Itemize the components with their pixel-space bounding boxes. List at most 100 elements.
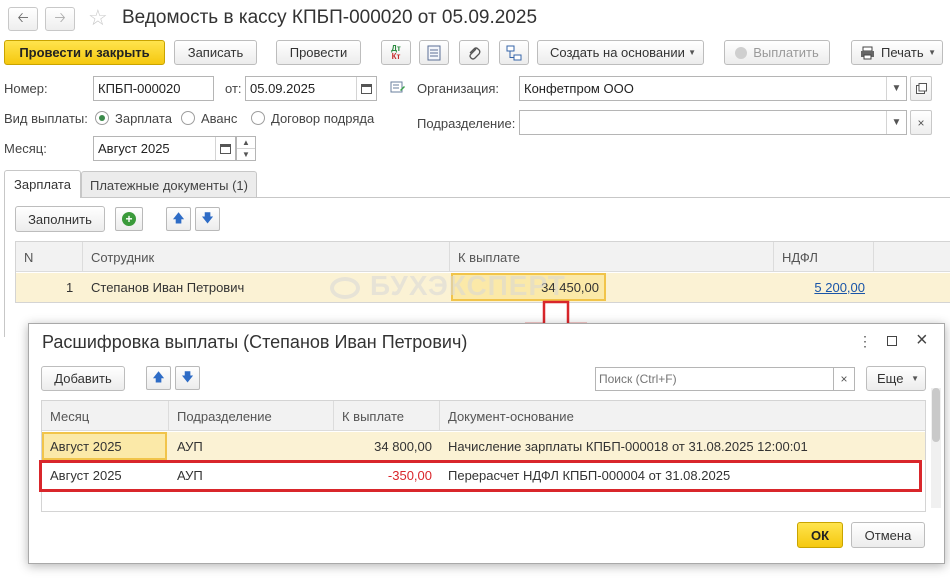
create-based-on-button[interactable]: Создать на основании ▼ bbox=[537, 40, 704, 65]
cancel-button[interactable]: Отмена bbox=[851, 522, 925, 548]
month-stepper[interactable]: ▲ ▼ bbox=[236, 136, 256, 161]
arrow-right-icon: 🡢 bbox=[54, 9, 66, 25]
dialog-move-down-button[interactable]: 🡇 bbox=[175, 366, 200, 390]
printer-icon bbox=[861, 46, 874, 59]
search-input[interactable] bbox=[595, 367, 834, 391]
radio-salary[interactable] bbox=[95, 111, 109, 125]
arrow-down-icon: 🡇 bbox=[181, 369, 194, 384]
ok-button[interactable]: ОК bbox=[797, 522, 843, 548]
radio-contract-label: Договор подряда bbox=[271, 111, 375, 126]
org-edit-icon[interactable] bbox=[390, 80, 406, 97]
row-department: АУП bbox=[177, 438, 203, 454]
post-and-close-button[interactable]: Провести и закрыть bbox=[4, 40, 165, 65]
print-label: Печать bbox=[881, 45, 924, 60]
column-header-month[interactable]: Месяц bbox=[50, 401, 89, 431]
column-header-n[interactable]: N bbox=[24, 242, 33, 272]
calendar-icon[interactable] bbox=[356, 77, 376, 100]
pay-button[interactable]: Выплатить bbox=[724, 40, 830, 65]
chevron-down-icon[interactable]: ▼ bbox=[237, 149, 255, 160]
radio-contract[interactable] bbox=[251, 111, 265, 125]
row-document: Начисление зарплаты КПБП-000018 от 31.08… bbox=[448, 438, 808, 454]
tab-payment-docs[interactable]: Платежные документы (1) bbox=[81, 171, 257, 198]
column-separator bbox=[449, 242, 450, 272]
arrow-left-icon: 🡠 bbox=[17, 9, 29, 25]
department-field[interactable]: ▼ bbox=[519, 110, 907, 135]
row-number: 1 bbox=[66, 280, 74, 295]
row-month: Август 2025 bbox=[50, 438, 122, 454]
plus-circle-icon: + bbox=[122, 212, 136, 226]
clear-search-icon[interactable]: × bbox=[834, 367, 855, 391]
scrollbar-track[interactable] bbox=[931, 388, 941, 508]
back-button[interactable]: 🡠 bbox=[8, 7, 38, 31]
calendar-icon[interactable] bbox=[215, 137, 235, 160]
highlight-annotation-box bbox=[39, 460, 922, 492]
add-row-button[interactable]: + bbox=[115, 207, 143, 231]
dialog-move-up-button[interactable]: 🡅 bbox=[146, 366, 171, 390]
close-icon[interactable]: × bbox=[916, 329, 928, 352]
column-separator bbox=[168, 401, 169, 431]
month-field[interactable]: Август 2025 bbox=[93, 136, 236, 161]
column-header-to-pay[interactable]: К выплате bbox=[458, 242, 520, 272]
attach-button[interactable] bbox=[459, 40, 489, 65]
month-label: Месяц: bbox=[4, 141, 47, 156]
scrollbar-thumb[interactable] bbox=[932, 388, 940, 442]
date-field[interactable]: 05.09.2025 bbox=[245, 76, 377, 101]
arrow-up-icon: 🡅 bbox=[172, 210, 185, 225]
open-organization-button[interactable] bbox=[910, 76, 932, 101]
date-value: 05.09.2025 bbox=[250, 81, 316, 96]
dropdown-arrow-icon[interactable]: ▼ bbox=[886, 111, 906, 134]
row-ndfl-link[interactable]: 5 200,00 bbox=[776, 273, 865, 302]
open-icon bbox=[915, 83, 927, 94]
move-down-button[interactable]: 🡇 bbox=[195, 207, 220, 231]
add-button[interactable]: Добавить bbox=[41, 366, 125, 391]
hierarchy-icon bbox=[506, 45, 522, 60]
tab-salary[interactable]: Зарплата bbox=[4, 170, 81, 198]
department-label: Подразделение: bbox=[417, 116, 516, 131]
create-based-on-label: Создать на основании bbox=[550, 45, 685, 60]
document-list-icon bbox=[427, 45, 441, 60]
more-options-icon[interactable]: ⋮ bbox=[858, 333, 872, 350]
column-header-amount[interactable]: К выплате bbox=[342, 401, 404, 431]
number-label: Номер: bbox=[4, 81, 48, 96]
fill-button[interactable]: Заполнить bbox=[15, 206, 105, 232]
pay-label: Выплатить bbox=[753, 45, 819, 60]
post-button[interactable]: Провести bbox=[276, 40, 361, 65]
list-button[interactable] bbox=[419, 40, 449, 65]
tab-panel-border bbox=[4, 197, 5, 337]
dt-kt-icon: Дт Кт bbox=[391, 43, 401, 61]
column-header-department[interactable]: Подразделение bbox=[177, 401, 272, 431]
favorite-star-icon[interactable]: ☆ bbox=[88, 5, 108, 31]
dropdown-arrow-icon: ▼ bbox=[911, 374, 919, 383]
more-label: Еще bbox=[877, 371, 904, 386]
watermark-icon bbox=[330, 276, 360, 299]
coin-icon bbox=[735, 46, 748, 59]
date-label: от: bbox=[225, 81, 242, 96]
tab-divider bbox=[4, 197, 950, 198]
dropdown-arrow-icon[interactable]: ▼ bbox=[886, 77, 906, 100]
dropdown-arrow-icon: ▼ bbox=[928, 48, 936, 57]
more-button[interactable]: Еще ▼ bbox=[866, 366, 926, 391]
move-up-button[interactable]: 🡅 bbox=[166, 207, 191, 231]
organization-field[interactable]: Конфетпром ООО ▼ bbox=[519, 76, 907, 101]
watermark-logo: БУХЭКСПЕРТ bbox=[330, 270, 566, 302]
column-header-ndfl[interactable]: НДФЛ bbox=[782, 242, 818, 272]
save-button[interactable]: Записать bbox=[174, 40, 257, 65]
column-header-document[interactable]: Документ-основание bbox=[448, 401, 574, 431]
clear-department-button[interactable]: × bbox=[910, 110, 932, 135]
arrow-up-icon: 🡅 bbox=[152, 369, 165, 384]
dt-kt-button[interactable]: Дт Кт bbox=[381, 40, 411, 65]
number-field[interactable]: КПБП-000020 bbox=[93, 76, 214, 101]
window-title: Ведомость в кассу КПБП-000020 от 05.09.2… bbox=[122, 7, 538, 28]
structure-button[interactable] bbox=[499, 40, 529, 65]
radio-salary-label: Зарплата bbox=[115, 111, 172, 126]
maximize-icon[interactable] bbox=[887, 336, 897, 346]
row-employee: Степанов Иван Петрович bbox=[91, 280, 245, 295]
forward-button[interactable]: 🡢 bbox=[45, 7, 75, 31]
print-button[interactable]: Печать ▼ bbox=[851, 40, 943, 65]
chevron-up-icon[interactable]: ▲ bbox=[237, 137, 255, 149]
column-separator bbox=[439, 401, 440, 431]
watermark-text: БУХЭКСПЕРТ bbox=[370, 270, 566, 301]
column-header-employee[interactable]: Сотрудник bbox=[91, 242, 154, 272]
dropdown-arrow-icon: ▼ bbox=[688, 48, 696, 57]
radio-advance[interactable] bbox=[181, 111, 195, 125]
